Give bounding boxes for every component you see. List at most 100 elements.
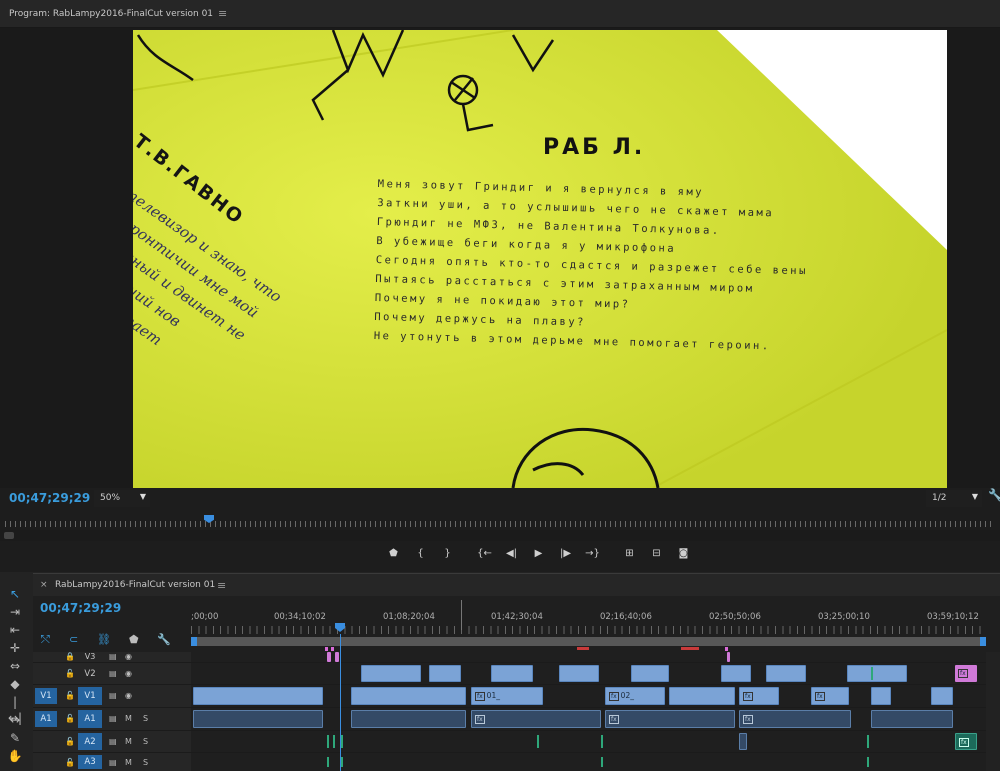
clip[interactable] <box>871 687 891 705</box>
clip[interactable] <box>931 687 953 705</box>
mark-in-icon[interactable]: { <box>407 545 434 563</box>
eye-icon[interactable]: ◉ <box>125 669 132 678</box>
track-name[interactable]: V1 <box>78 687 102 705</box>
program-viewer[interactable]: РАБ Л. Меня зовут Гриндиг и я вернулся в… <box>0 28 1000 488</box>
clip[interactable] <box>669 687 735 705</box>
go-to-in-icon[interactable]: {← <box>471 545 498 563</box>
clip[interactable] <box>193 687 323 705</box>
lock-icon[interactable]: 🔓 <box>65 758 75 767</box>
vertical-scrollbar[interactable] <box>986 685 1000 708</box>
clip[interactable] <box>351 687 466 705</box>
razor-icon[interactable]: ◆ <box>6 676 24 692</box>
clip[interactable]: fx <box>739 687 779 705</box>
add-marker-icon[interactable]: ⬟ <box>129 633 139 646</box>
clip[interactable]: fx 02_ <box>605 687 665 705</box>
timeline-ruler[interactable]: ;00;00 00;34;10;02 01;08;20;04 01;42;30;… <box>191 606 986 636</box>
lock-icon[interactable]: 🔒 <box>65 652 75 661</box>
lock-icon[interactable]: 🔓 <box>65 669 75 678</box>
solo-button[interactable]: S <box>143 714 148 723</box>
clip[interactable] <box>351 710 466 728</box>
solo-button[interactable]: S <box>143 737 148 746</box>
lock-icon[interactable]: 🔓 <box>65 714 75 723</box>
clip[interactable]: fx <box>955 733 977 750</box>
mark-out-icon[interactable]: } <box>434 545 461 563</box>
clip[interactable] <box>766 665 806 682</box>
close-icon[interactable]: × <box>40 580 48 590</box>
clip[interactable] <box>491 665 533 682</box>
program-panel-title[interactable]: Program: RabLampy2016-FinalCut version 0… <box>9 9 213 19</box>
clip[interactable] <box>727 652 730 662</box>
film-icon[interactable]: ▤ <box>109 652 117 661</box>
eye-icon[interactable]: ◉ <box>125 691 132 700</box>
slip-tool-icon[interactable]: |↔| <box>6 694 24 725</box>
monitor-zoom-scrollbar[interactable] <box>0 530 1000 541</box>
clip[interactable] <box>739 733 747 750</box>
lift-icon[interactable]: ⊞ <box>616 545 643 563</box>
mute-button[interactable]: M <box>125 758 132 767</box>
panel-menu-icon[interactable]: ≡ <box>217 579 226 592</box>
source-patch-a1[interactable]: A1 <box>35 711 57 727</box>
track-v1-body[interactable]: fx 01_ fx 02_ fx fx <box>191 685 986 708</box>
clip[interactable] <box>631 665 669 682</box>
vertical-scrollbar[interactable] <box>986 731 1000 753</box>
track-name[interactable]: V3 <box>78 652 102 661</box>
play-icon[interactable]: ▶ <box>525 545 552 563</box>
lock-icon[interactable]: 🔓 <box>65 691 75 700</box>
slide-tool-icon[interactable]: ↔ <box>6 712 24 728</box>
clip[interactable]: fx <box>471 710 601 728</box>
film-icon[interactable]: ▤ <box>109 737 117 746</box>
selection-tool-icon[interactable]: ↖ <box>6 586 24 602</box>
ripple-edit-icon[interactable]: ⇤ <box>6 622 24 638</box>
source-patch-v1[interactable]: V1 <box>35 688 57 704</box>
eye-icon[interactable]: ◉ <box>125 652 132 661</box>
monitor-time-ruler[interactable] <box>0 512 1000 528</box>
mute-button[interactable]: M <box>125 714 132 723</box>
nest-toggle-icon[interactable]: ⤲ <box>41 633 50 647</box>
clip[interactable] <box>335 652 339 662</box>
clip[interactable] <box>327 652 331 662</box>
film-icon[interactable]: ▤ <box>109 758 117 767</box>
solo-button[interactable]: S <box>143 758 148 767</box>
go-to-out-icon[interactable]: →} <box>579 545 606 563</box>
clip[interactable] <box>193 710 323 728</box>
step-forward-icon[interactable]: |▶ <box>552 545 579 563</box>
camera-icon[interactable]: ◙ <box>670 545 697 563</box>
zoom-select[interactable]: 50% ▼ <box>94 490 150 507</box>
rate-stretch-icon[interactable]: ⇔ <box>6 658 24 674</box>
resolution-select[interactable]: 1/2 ▼ <box>926 490 982 507</box>
clip[interactable]: fx 01_ <box>471 687 543 705</box>
track-select-icon[interactable]: ⇥ <box>6 604 24 620</box>
vertical-scrollbar[interactable] <box>986 652 1000 663</box>
wrench-icon[interactable]: 🔧 <box>157 633 171 646</box>
snap-icon[interactable]: ⊂ <box>69 633 78 646</box>
clip[interactable] <box>361 665 421 682</box>
track-a1-body[interactable]: fx fx fx <box>191 708 986 731</box>
clip[interactable]: fx <box>739 710 851 728</box>
film-icon[interactable]: ▤ <box>109 714 117 723</box>
clip[interactable] <box>871 710 953 728</box>
timeline-tab[interactable]: RabLampy2016-FinalCut version 01 <box>55 580 215 590</box>
lock-icon[interactable]: 🔓 <box>65 737 75 746</box>
clip[interactable]: fx <box>955 665 977 682</box>
linked-selection-icon[interactable]: ⛓ <box>97 633 111 646</box>
panel-menu-icon[interactable]: ≡ <box>218 7 227 20</box>
track-v2-body[interactable]: fx <box>191 663 986 685</box>
film-icon[interactable]: ▤ <box>109 691 117 700</box>
track-name[interactable]: A1 <box>78 710 102 728</box>
timeline-timecode[interactable]: 00;47;29;29 <box>40 601 121 615</box>
track-a2-body[interactable]: fx <box>191 731 986 753</box>
playhead-timecode[interactable]: 00;47;29;29 <box>9 491 90 505</box>
track-name[interactable]: A3 <box>78 755 102 769</box>
clip[interactable] <box>847 665 907 682</box>
pen-tool-icon[interactable]: ✎ <box>6 730 24 746</box>
marker-icon[interactable]: ⬟ <box>380 545 407 563</box>
vertical-scrollbar[interactable] <box>986 663 1000 685</box>
hand-tool-icon[interactable]: ✋ <box>6 748 24 764</box>
vertical-scrollbar[interactable] <box>986 753 1000 771</box>
work-area-bar[interactable] <box>191 637 986 646</box>
clip[interactable] <box>721 665 751 682</box>
clip[interactable]: fx <box>605 710 735 728</box>
clip[interactable]: fx <box>811 687 849 705</box>
mute-button[interactable]: M <box>125 737 132 746</box>
extract-icon[interactable]: ⊟ <box>643 545 670 563</box>
